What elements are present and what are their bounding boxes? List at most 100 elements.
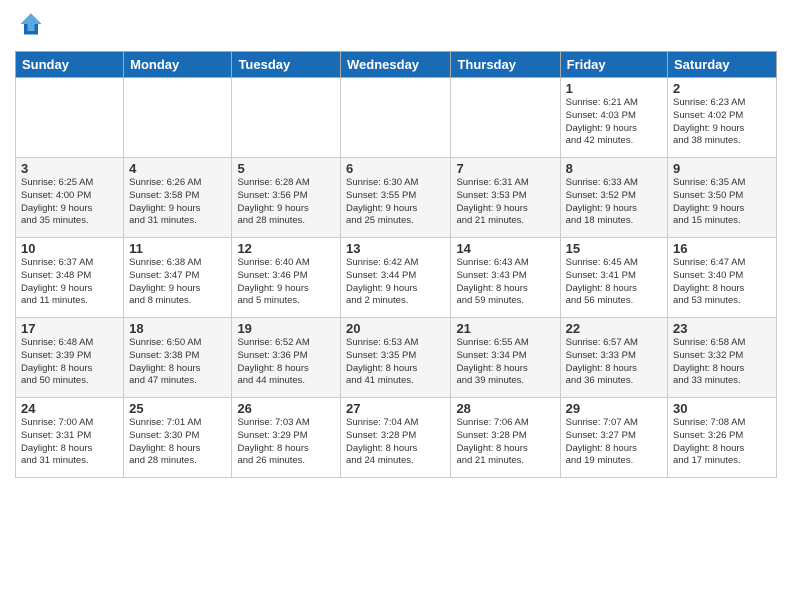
day-number: 6	[346, 161, 445, 176]
day-number: 4	[129, 161, 226, 176]
day-number: 9	[673, 161, 771, 176]
day-cell: 25Sunrise: 7:01 AM Sunset: 3:30 PM Dayli…	[124, 398, 232, 478]
day-number: 20	[346, 321, 445, 336]
day-info: Sunrise: 6:47 AM Sunset: 3:40 PM Dayligh…	[673, 257, 771, 308]
day-info: Sunrise: 6:40 AM Sunset: 3:46 PM Dayligh…	[237, 257, 335, 308]
day-cell: 27Sunrise: 7:04 AM Sunset: 3:28 PM Dayli…	[341, 398, 451, 478]
day-info: Sunrise: 7:07 AM Sunset: 3:27 PM Dayligh…	[566, 417, 662, 468]
day-cell: 2Sunrise: 6:23 AM Sunset: 4:02 PM Daylig…	[668, 78, 777, 158]
weekday-saturday: Saturday	[668, 52, 777, 78]
day-number: 24	[21, 401, 118, 416]
day-cell: 14Sunrise: 6:43 AM Sunset: 3:43 PM Dayli…	[451, 238, 560, 318]
day-cell: 18Sunrise: 6:50 AM Sunset: 3:38 PM Dayli…	[124, 318, 232, 398]
day-number: 12	[237, 241, 335, 256]
day-info: Sunrise: 6:42 AM Sunset: 3:44 PM Dayligh…	[346, 257, 445, 308]
day-cell	[341, 78, 451, 158]
day-cell: 16Sunrise: 6:47 AM Sunset: 3:40 PM Dayli…	[668, 238, 777, 318]
day-cell: 4Sunrise: 6:26 AM Sunset: 3:58 PM Daylig…	[124, 158, 232, 238]
day-cell: 19Sunrise: 6:52 AM Sunset: 3:36 PM Dayli…	[232, 318, 341, 398]
day-number: 21	[456, 321, 554, 336]
day-info: Sunrise: 7:04 AM Sunset: 3:28 PM Dayligh…	[346, 417, 445, 468]
day-cell: 22Sunrise: 6:57 AM Sunset: 3:33 PM Dayli…	[560, 318, 667, 398]
weekday-header-row: SundayMondayTuesdayWednesdayThursdayFrid…	[16, 52, 777, 78]
day-number: 26	[237, 401, 335, 416]
day-number: 28	[456, 401, 554, 416]
day-info: Sunrise: 6:23 AM Sunset: 4:02 PM Dayligh…	[673, 97, 771, 148]
page: SundayMondayTuesdayWednesdayThursdayFrid…	[0, 0, 792, 612]
week-row-4: 17Sunrise: 6:48 AM Sunset: 3:39 PM Dayli…	[16, 318, 777, 398]
day-info: Sunrise: 6:26 AM Sunset: 3:58 PM Dayligh…	[129, 177, 226, 228]
day-info: Sunrise: 7:06 AM Sunset: 3:28 PM Dayligh…	[456, 417, 554, 468]
day-cell	[451, 78, 560, 158]
day-number: 25	[129, 401, 226, 416]
day-info: Sunrise: 6:52 AM Sunset: 3:36 PM Dayligh…	[237, 337, 335, 388]
day-info: Sunrise: 6:25 AM Sunset: 4:00 PM Dayligh…	[21, 177, 118, 228]
day-info: Sunrise: 6:45 AM Sunset: 3:41 PM Dayligh…	[566, 257, 662, 308]
day-number: 5	[237, 161, 335, 176]
day-info: Sunrise: 6:43 AM Sunset: 3:43 PM Dayligh…	[456, 257, 554, 308]
day-number: 23	[673, 321, 771, 336]
logo-icon	[17, 10, 45, 38]
day-info: Sunrise: 6:28 AM Sunset: 3:56 PM Dayligh…	[237, 177, 335, 228]
day-cell: 29Sunrise: 7:07 AM Sunset: 3:27 PM Dayli…	[560, 398, 667, 478]
day-number: 14	[456, 241, 554, 256]
day-info: Sunrise: 6:38 AM Sunset: 3:47 PM Dayligh…	[129, 257, 226, 308]
day-number: 11	[129, 241, 226, 256]
day-info: Sunrise: 6:58 AM Sunset: 3:32 PM Dayligh…	[673, 337, 771, 388]
day-cell: 30Sunrise: 7:08 AM Sunset: 3:26 PM Dayli…	[668, 398, 777, 478]
day-cell: 23Sunrise: 6:58 AM Sunset: 3:32 PM Dayli…	[668, 318, 777, 398]
day-cell: 17Sunrise: 6:48 AM Sunset: 3:39 PM Dayli…	[16, 318, 124, 398]
week-row-2: 3Sunrise: 6:25 AM Sunset: 4:00 PM Daylig…	[16, 158, 777, 238]
day-cell: 7Sunrise: 6:31 AM Sunset: 3:53 PM Daylig…	[451, 158, 560, 238]
day-number: 13	[346, 241, 445, 256]
day-info: Sunrise: 6:37 AM Sunset: 3:48 PM Dayligh…	[21, 257, 118, 308]
weekday-tuesday: Tuesday	[232, 52, 341, 78]
day-cell: 3Sunrise: 6:25 AM Sunset: 4:00 PM Daylig…	[16, 158, 124, 238]
week-row-1: 1Sunrise: 6:21 AM Sunset: 4:03 PM Daylig…	[16, 78, 777, 158]
day-info: Sunrise: 6:30 AM Sunset: 3:55 PM Dayligh…	[346, 177, 445, 228]
day-info: Sunrise: 7:00 AM Sunset: 3:31 PM Dayligh…	[21, 417, 118, 468]
day-cell: 24Sunrise: 7:00 AM Sunset: 3:31 PM Dayli…	[16, 398, 124, 478]
day-number: 18	[129, 321, 226, 336]
day-info: Sunrise: 7:03 AM Sunset: 3:29 PM Dayligh…	[237, 417, 335, 468]
weekday-friday: Friday	[560, 52, 667, 78]
day-info: Sunrise: 7:01 AM Sunset: 3:30 PM Dayligh…	[129, 417, 226, 468]
day-cell: 1Sunrise: 6:21 AM Sunset: 4:03 PM Daylig…	[560, 78, 667, 158]
day-cell: 11Sunrise: 6:38 AM Sunset: 3:47 PM Dayli…	[124, 238, 232, 318]
day-info: Sunrise: 6:48 AM Sunset: 3:39 PM Dayligh…	[21, 337, 118, 388]
day-number: 1	[566, 81, 662, 96]
week-row-5: 24Sunrise: 7:00 AM Sunset: 3:31 PM Dayli…	[16, 398, 777, 478]
day-cell: 5Sunrise: 6:28 AM Sunset: 3:56 PM Daylig…	[232, 158, 341, 238]
day-cell: 21Sunrise: 6:55 AM Sunset: 3:34 PM Dayli…	[451, 318, 560, 398]
weekday-sunday: Sunday	[16, 52, 124, 78]
day-cell: 13Sunrise: 6:42 AM Sunset: 3:44 PM Dayli…	[341, 238, 451, 318]
day-info: Sunrise: 6:53 AM Sunset: 3:35 PM Dayligh…	[346, 337, 445, 388]
day-cell	[232, 78, 341, 158]
day-number: 3	[21, 161, 118, 176]
day-info: Sunrise: 6:55 AM Sunset: 3:34 PM Dayligh…	[456, 337, 554, 388]
day-number: 29	[566, 401, 662, 416]
day-number: 30	[673, 401, 771, 416]
day-cell: 20Sunrise: 6:53 AM Sunset: 3:35 PM Dayli…	[341, 318, 451, 398]
day-number: 22	[566, 321, 662, 336]
day-number: 27	[346, 401, 445, 416]
day-number: 17	[21, 321, 118, 336]
calendar: SundayMondayTuesdayWednesdayThursdayFrid…	[15, 51, 777, 478]
day-number: 8	[566, 161, 662, 176]
day-cell: 9Sunrise: 6:35 AM Sunset: 3:50 PM Daylig…	[668, 158, 777, 238]
day-cell: 6Sunrise: 6:30 AM Sunset: 3:55 PM Daylig…	[341, 158, 451, 238]
day-cell: 8Sunrise: 6:33 AM Sunset: 3:52 PM Daylig…	[560, 158, 667, 238]
day-cell	[124, 78, 232, 158]
day-number: 7	[456, 161, 554, 176]
day-cell: 26Sunrise: 7:03 AM Sunset: 3:29 PM Dayli…	[232, 398, 341, 478]
weekday-wednesday: Wednesday	[341, 52, 451, 78]
week-row-3: 10Sunrise: 6:37 AM Sunset: 3:48 PM Dayli…	[16, 238, 777, 318]
day-info: Sunrise: 6:33 AM Sunset: 3:52 PM Dayligh…	[566, 177, 662, 228]
day-number: 15	[566, 241, 662, 256]
header	[15, 10, 777, 43]
weekday-monday: Monday	[124, 52, 232, 78]
day-cell	[16, 78, 124, 158]
day-number: 10	[21, 241, 118, 256]
day-cell: 12Sunrise: 6:40 AM Sunset: 3:46 PM Dayli…	[232, 238, 341, 318]
day-cell: 28Sunrise: 7:06 AM Sunset: 3:28 PM Dayli…	[451, 398, 560, 478]
